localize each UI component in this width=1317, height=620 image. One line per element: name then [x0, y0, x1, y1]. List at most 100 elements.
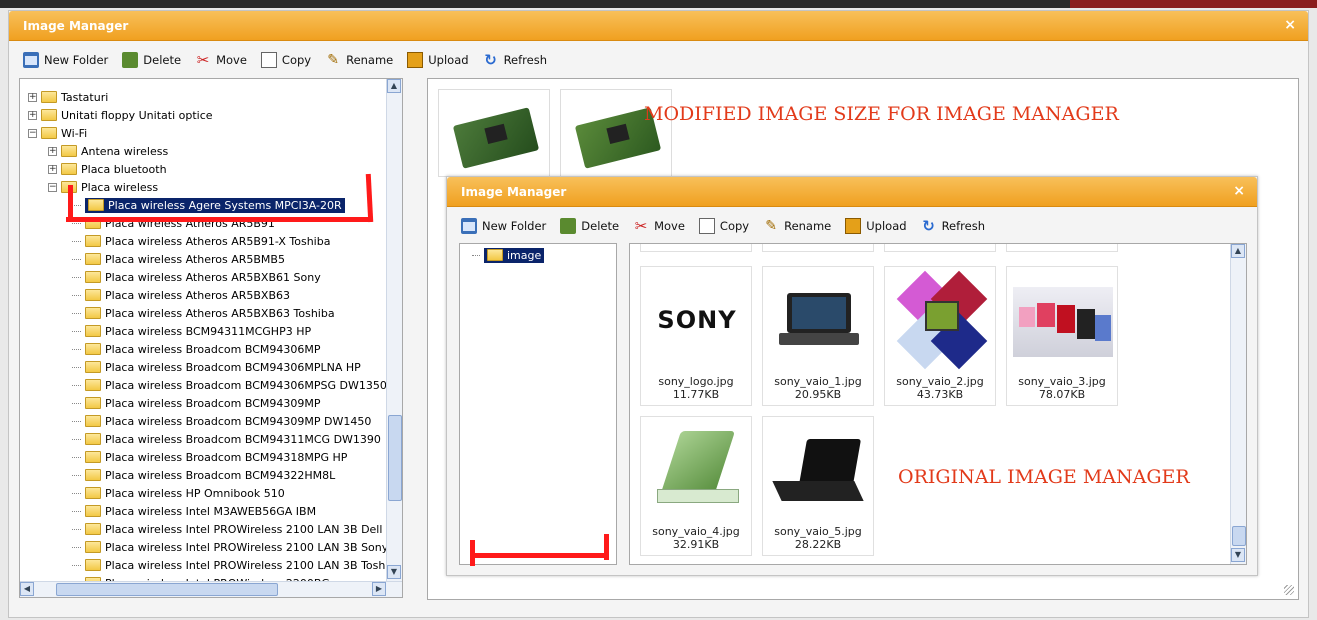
inner-refresh-label: Refresh — [941, 219, 985, 233]
rename-icon: ✎ — [327, 52, 339, 68]
tree-item[interactable]: Placa wireless Broadcom BCM94322HM8L — [72, 466, 335, 484]
inner-close-icon[interactable]: × — [1233, 183, 1245, 199]
tree-item[interactable]: − Wi-Fi — [28, 124, 87, 142]
inner-tree-item-image[interactable]: image — [472, 246, 545, 264]
new-folder-icon — [23, 52, 39, 68]
outer-folder-tree[interactable]: Placa wireless Intel PROWireless 2200BGP… — [19, 78, 403, 598]
outer-title-bar[interactable]: Image Manager × — [9, 11, 1308, 41]
tree-item[interactable]: Placa wireless Atheros AR5BXB63 — [72, 286, 290, 304]
inner-title-bar[interactable]: Image Manager × — [447, 177, 1257, 207]
folder-icon — [85, 415, 101, 427]
inner-image-grid: SONY sony_logo.jpg 11.77KB sony_vaio_1.j… — [629, 243, 1247, 565]
tree-item[interactable]: Placa wireless Broadcom BCM94306MP — [72, 340, 321, 358]
tree-item-label: Placa bluetooth — [81, 162, 167, 176]
folder-icon — [85, 379, 101, 391]
tree-item[interactable]: Placa wireless Broadcom BCM94306MPSG DW1… — [72, 376, 387, 394]
tree-item[interactable]: Placa wireless Broadcom BCM94309MP — [72, 394, 321, 412]
copy-button[interactable]: Copy — [260, 47, 312, 73]
wireless-card-thumb-1[interactable] — [438, 89, 550, 177]
collapse-icon[interactable]: − — [28, 128, 37, 138]
resize-grip-icon[interactable] — [1284, 585, 1294, 595]
new-folder-button[interactable]: New Folder — [23, 47, 108, 73]
modified-annotation: MODIFIED IMAGE SIZE FOR IMAGE MANAGER — [644, 103, 1119, 125]
copy-label: Copy — [281, 53, 312, 67]
image-card-vaio-3[interactable]: sony_vaio_3.jpg 78.07KB — [1006, 266, 1118, 406]
inner-upload-label: Upload — [866, 219, 907, 233]
grid-scroll-thumb[interactable] — [1232, 526, 1246, 546]
tree-item[interactable]: Placa wireless Atheros AR5BMB5 — [72, 250, 285, 268]
tree-scroll-thumb[interactable] — [388, 415, 402, 501]
tree-item[interactable]: + Placa bluetooth — [48, 160, 167, 178]
image-card-vaio-1[interactable]: sony_vaio_1.jpg 20.95KB — [762, 266, 874, 406]
tree-item[interactable]: Placa wireless Intel PROWireless 2100 LA… — [72, 538, 388, 556]
tree-item[interactable]: − Placa wireless — [48, 178, 158, 196]
inner-move-button[interactable]: ✂ Move — [633, 213, 685, 239]
outer-close-icon[interactable]: × — [1284, 17, 1296, 33]
scroll-down-icon[interactable]: ▼ — [1231, 548, 1245, 562]
tree-item[interactable]: Placa wireless Agere Systems MPCI3A-20R — [72, 196, 345, 214]
expand-icon[interactable]: + — [28, 92, 37, 102]
expand-icon[interactable]: + — [48, 146, 57, 156]
tree-item-label: Placa wireless HP Omnibook 510 — [105, 486, 285, 500]
tree-item[interactable]: Placa wireless BCM94311MCGHP3 HP — [72, 322, 311, 340]
rename-button[interactable]: ✎ Rename — [325, 47, 393, 73]
tree-hscroll-thumb[interactable] — [56, 583, 278, 596]
red-width-mark — [470, 553, 608, 558]
image-card-vaio-4[interactable]: sony_vaio_4.jpg 32.91KB — [640, 416, 752, 556]
expand-icon[interactable]: + — [48, 164, 57, 174]
tree-item[interactable]: Placa wireless Atheros AR5BXB63 Toshiba — [72, 304, 335, 322]
delete-button[interactable]: Delete — [122, 47, 181, 73]
tree-item[interactable]: + Antena wireless — [48, 142, 168, 160]
scroll-up-icon[interactable]: ▲ — [387, 79, 401, 93]
image-card-vaio-5[interactable]: sony_vaio_5.jpg 28.22KB — [762, 416, 874, 556]
upload-button[interactable]: Upload — [407, 47, 469, 73]
folder-icon — [85, 289, 101, 301]
red-left-mark — [68, 185, 73, 221]
tree-item[interactable]: Placa wireless Broadcom BCM94318MPG HP — [72, 448, 347, 466]
inner-refresh-button[interactable]: ↻ Refresh — [921, 213, 985, 239]
tree-item[interactable]: Placa wireless Intel PROWireless 2100 LA… — [72, 520, 382, 538]
image-card-sony-logo[interactable]: SONY sony_logo.jpg 11.77KB — [640, 266, 752, 406]
tree-item[interactable]: Placa wireless Broadcom BCM94311MCG DW13… — [72, 430, 381, 448]
grid-vertical-scrollbar[interactable]: ▲ ▼ — [1230, 244, 1246, 564]
inner-folder-tree[interactable]: image — [459, 243, 617, 566]
laptops-row-image — [1013, 287, 1113, 357]
inner-new-folder-button[interactable]: New Folder — [461, 213, 546, 239]
tree-item-label: Tastaturi — [61, 90, 109, 104]
tree-item[interactable]: Placa wireless Atheros AR5B91-X Toshiba — [72, 232, 330, 250]
scroll-up-icon[interactable]: ▲ — [1231, 244, 1245, 258]
tree-item[interactable]: Placa wireless Broadcom BCM94309MP DW145… — [72, 412, 371, 430]
folder-icon — [41, 127, 57, 139]
scroll-right-icon[interactable]: ▶ — [372, 582, 386, 596]
tree-item-label: Placa wireless Broadcom BCM94311MCG DW13… — [105, 432, 381, 446]
rename-icon: ✎ — [765, 218, 777, 234]
laptop-collage-image — [891, 270, 991, 370]
image-card-vaio-2[interactable]: sony_vaio_2.jpg 43.73KB — [884, 266, 996, 406]
refresh-button[interactable]: ↻ Refresh — [483, 47, 547, 73]
inner-rename-button[interactable]: ✎ Rename — [763, 213, 831, 239]
tree-item[interactable]: Placa wireless Broadcom BCM94306MPLNA HP — [72, 358, 361, 376]
upload-icon — [845, 218, 862, 234]
tree-item[interactable]: Placa wireless HP Omnibook 510 — [72, 484, 285, 502]
folder-icon — [85, 451, 101, 463]
inner-upload-button[interactable]: Upload — [845, 213, 907, 239]
tree-item[interactable]: + Unitati floppy Unitati optice — [28, 106, 213, 124]
tree-item[interactable]: Placa wireless Atheros AR5BXB61 Sony — [72, 268, 321, 286]
tree-horizontal-scrollbar[interactable]: ◀ ▶ — [20, 581, 402, 597]
scroll-left-icon[interactable]: ◀ — [20, 582, 34, 596]
image-name: sony_vaio_4.jpg — [652, 525, 740, 538]
image-name: sony_vaio_5.jpg — [774, 525, 862, 538]
tree-item-label: Placa wireless Intel M3AWEB56GA IBM — [105, 504, 317, 518]
tree-item[interactable]: Placa wireless Intel M3AWEB56GA IBM — [72, 502, 316, 520]
tree-vertical-scrollbar[interactable]: ▲ ▼ — [386, 79, 402, 597]
green-laptop-image — [647, 425, 747, 515]
expand-icon[interactable]: + — [28, 110, 37, 120]
tree-item[interactable]: + Tastaturi — [28, 88, 108, 106]
inner-delete-button[interactable]: Delete — [560, 213, 619, 239]
inner-copy-button[interactable]: Copy — [698, 213, 749, 239]
image-name: sony_vaio_1.jpg — [774, 375, 862, 388]
scroll-down-icon[interactable]: ▼ — [387, 565, 401, 579]
collapse-icon[interactable]: − — [48, 182, 57, 192]
move-button[interactable]: ✂ Move — [195, 47, 247, 73]
tree-item[interactable]: Placa wireless Intel PROWireless 2100 LA… — [72, 556, 402, 574]
